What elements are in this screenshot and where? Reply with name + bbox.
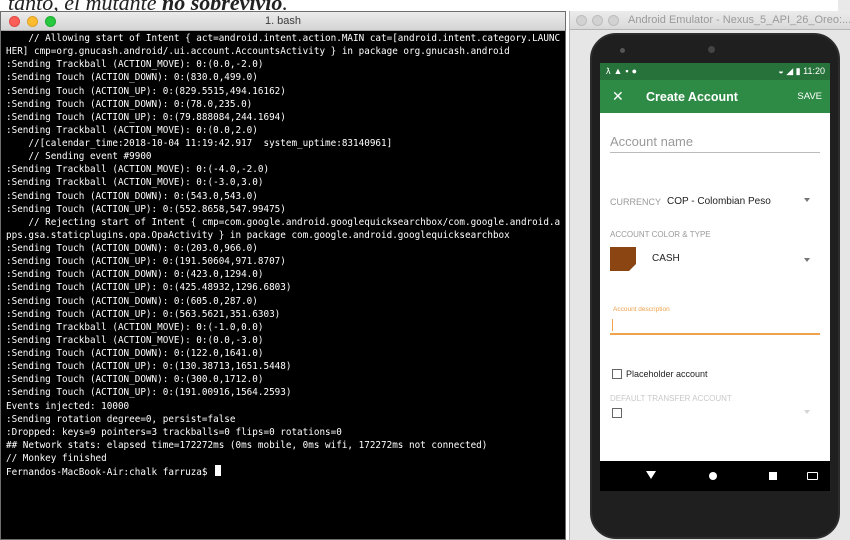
terminal-line: :Sending Trackball (ACTION_MOVE): 0:(0.0… [6,334,264,346]
wifi-icon: ◒ [778,66,784,76]
terminal-line: :Sending Trackball (ACTION_MOVE): 0:(-3.… [6,177,264,189]
emulator-window[interactable]: Android Emulator - Nexus_5_API_26_Oreo:.… [569,11,850,540]
notification-icons: ƛ▲▪● [606,66,641,76]
status-right: ◒ ◢ ▮ 11:20 [778,66,825,77]
terminal-title: 1. bash [264,15,302,27]
terminal-line: :Sending Touch (ACTION_UP): 0:(563.5621,… [6,308,281,320]
signal-icon: ◢ [786,66,794,76]
status-time: 11:20 [803,66,825,76]
emulator-minimize-button[interactable] [592,15,603,26]
placeholder-checkbox[interactable] [612,369,622,379]
page-title: Create Account [646,90,738,104]
terminal-line: :Dropped: keys=9 pointers=3 trackballs=0… [6,426,342,438]
camera-dot [708,46,715,53]
terminal-line: :Sending Touch (ACTION_DOWN): 0:(423.0,1… [6,269,264,281]
emulator-titlebar[interactable]: Android Emulator - Nexus_5_API_26_Oreo:.… [570,11,850,30]
terminal-line: :Sending Touch (ACTION_DOWN): 0:(78.0,23… [6,98,253,110]
terminal-line: :Sending Touch (ACTION_UP): 0:(191.00916… [6,387,292,399]
terminal-line: :Sending Trackball (ACTION_MOVE): 0:(0.0… [6,59,264,71]
terminal-line: :Sending Touch (ACTION_UP): 0:(130.38713… [6,361,292,373]
back-icon[interactable] [646,471,656,479]
speaker-dot [620,48,625,53]
prompt-text: Fernandos-MacBook-Air:chalk farruza$ [6,467,214,479]
terminal-cursor [215,465,222,477]
terminal-line: Events injected: 10000 [6,400,130,412]
terminal-line: :Sending rotation degree=0, persist=fals… [6,413,236,425]
terminal-prompt[interactable]: Fernandos-MacBook-Air:chalk farruza$ [6,465,561,479]
currency-value: COP - Colombian Peso [667,196,771,207]
emulator-title: Android Emulator - Nexus_5_API_26_Oreo:.… [628,14,850,26]
emulator-close-button[interactable] [576,15,587,26]
terminal-line: // Sending event #9900 [6,151,152,163]
terminal-titlebar[interactable]: 1. bash [1,12,565,31]
terminal-line: :Sending Touch (ACTION_UP): 0:(552.8658,… [6,203,286,215]
keyboard-icon[interactable] [807,472,818,480]
emulator-maximize-button[interactable] [608,15,619,26]
terminal-line: :Sending Touch (ACTION_UP): 0:(425.48932… [6,282,292,294]
default-transfer-checkbox[interactable] [612,408,622,418]
currency-selector[interactable]: CURRENCY COP - Colombian Peso [610,195,820,211]
home-icon[interactable] [709,472,717,480]
transfer-chevron-down-icon[interactable] [804,410,810,414]
account-type-value[interactable]: CASH [652,253,680,264]
battery-icon: ▮ [795,66,801,76]
terminal-line: :Sending Touch (ACTION_DOWN): 0:(605.0,2… [6,295,258,307]
account-name-input[interactable] [610,131,820,153]
account-description-input[interactable] [610,317,820,335]
type-chevron-down-icon[interactable] [804,258,810,262]
chevron-down-icon [804,198,810,202]
status-bar: ƛ▲▪● ◒ ◢ ▮ 11:20 [600,63,830,80]
terminal-line: ## Network stats: elapsed time=172272ms … [6,439,488,451]
desktop: tanto, el mutante no sobrevivió. 1. bash… [0,0,850,540]
terminal-line: :Sending Touch (ACTION_UP): 0:(79.888084… [6,111,286,123]
terminal-line: :Sending Touch (ACTION_UP): 0:(829.5515,… [6,85,286,97]
terminal-output[interactable]: // Allowing start of Intent { act=androi… [1,31,565,479]
text-caret [612,319,613,331]
phone-screen[interactable]: ƛ▲▪● ◒ ◢ ▮ 11:20 ✕ Create Account SAVE C… [600,63,830,491]
swatch-corner [629,264,636,271]
account-color-swatch[interactable] [610,247,636,271]
terminal-line: :Sending Trackball (ACTION_MOVE): 0:(0.0… [6,124,258,136]
terminal-line: :Sending Trackball (ACTION_MOVE): 0:(-1.… [6,321,264,333]
recents-icon[interactable] [769,472,777,480]
terminal-line: :Sending Trackball (ACTION_MOVE): 0:(-4.… [6,164,270,176]
app-bar: ✕ Create Account SAVE [600,80,830,113]
currency-label: CURRENCY [610,197,662,207]
terminal-line: :Sending Touch (ACTION_DOWN): 0:(300.0,1… [6,374,264,386]
terminal-window[interactable]: 1. bash // Allowing start of Intent { ac… [0,11,566,540]
terminal-line: //[calendar_time:2018-10-04 11:19:42.917… [6,138,393,149]
placeholder-account-label: Placeholder account [626,369,708,379]
color-type-label: ACCOUNT COLOR & TYPE [610,230,711,239]
terminal-line: :Sending Touch (ACTION_UP): 0:(191.50604… [6,256,286,268]
terminal-line: // Allowing start of Intent { act=androi… [6,33,561,58]
phone-frame: ƛ▲▪● ◒ ◢ ▮ 11:20 ✕ Create Account SAVE C… [590,33,840,539]
terminal-line: :Sending Touch (ACTION_DOWN): 0:(122.0,1… [6,348,264,359]
default-transfer-label: DEFAULT TRANSFER ACCOUNT [610,394,732,403]
terminal-line: // Monkey finished [6,453,107,464]
navigation-bar [600,461,830,491]
save-button[interactable]: SAVE [797,91,822,102]
terminal-line: :Sending Touch (ACTION_DOWN): 0:(543.0,5… [6,190,258,202]
terminal-line: :Sending Touch (ACTION_DOWN): 0:(830.0,4… [6,72,258,84]
terminal-line: :Sending Touch (ACTION_DOWN): 0:(203.0,9… [6,243,258,254]
close-icon[interactable]: ✕ [612,88,624,105]
terminal-line: // Rejecting start of Intent { cmp=com.g… [6,216,561,241]
account-description-label: Account description [613,306,670,313]
